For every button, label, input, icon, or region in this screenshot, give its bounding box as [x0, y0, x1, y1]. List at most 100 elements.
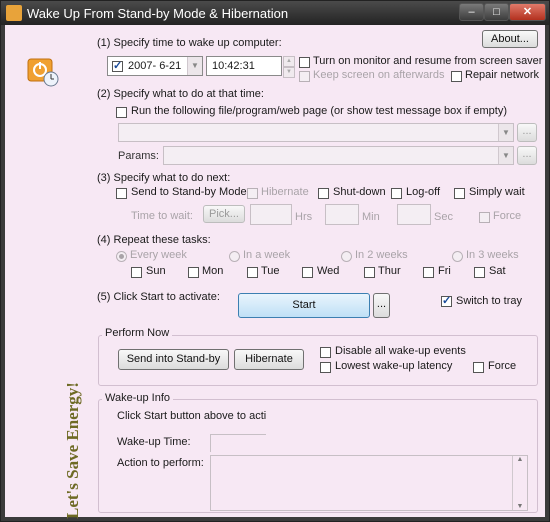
file-path-combo[interactable]: ▼ — [118, 123, 514, 142]
chevron-down-icon[interactable]: ▼ — [498, 147, 513, 164]
spin-up-icon[interactable]: ▲ — [283, 56, 295, 67]
slogan-vertical: Let's Save Energy! — [63, 382, 82, 519]
every-week-radio[interactable] — [116, 251, 127, 262]
disable-wakeup-events-label: Disable all wake-up events — [335, 345, 466, 357]
lowest-latency-checkbox[interactable] — [320, 362, 331, 373]
time-spinner[interactable]: ▲ ▼ — [283, 56, 295, 78]
minutes-field[interactable] — [325, 204, 359, 225]
in-2-weeks-radio[interactable] — [341, 251, 352, 262]
window-title: Wake Up From Stand-by Mode & Hibernation — [27, 6, 289, 21]
day-wed-checkbox[interactable] — [302, 267, 313, 278]
force-now-label: Force — [488, 360, 517, 372]
hibernate-now-button[interactable]: Hibernate — [234, 349, 304, 370]
keep-screen-on-label: Keep screen on afterwards — [313, 69, 445, 81]
wakeup-time-value — [210, 434, 266, 452]
step2-label: (2) Specify what to do at that time: — [97, 88, 264, 100]
scroll-up-icon[interactable]: ▲ — [513, 456, 527, 463]
step4-label: (4) Repeat these tasks: — [97, 234, 211, 246]
force-now-checkbox[interactable] — [473, 362, 484, 373]
pick-button[interactable]: Pick... — [203, 205, 245, 223]
step5-label: (5) Click Start to activate: — [97, 291, 220, 303]
day-thur-label: Thur — [378, 265, 401, 277]
chevron-down-icon[interactable]: ▼ — [498, 124, 513, 141]
start-options-button[interactable]: ... — [373, 293, 390, 318]
step1-label: (1) Specify time to wake up computer: — [97, 37, 282, 49]
day-fri-label: Fri — [438, 265, 451, 277]
params-label: Params: — [118, 150, 159, 162]
force-wait-label: Force — [493, 210, 522, 222]
power-clock-icon — [27, 58, 59, 87]
about-button[interactable]: About... — [482, 30, 538, 48]
wakeup-info-title: Wake-up Info — [102, 392, 174, 404]
minutes-unit: Min — [362, 211, 380, 223]
title-bar[interactable]: Wake Up From Stand-by Mode & Hibernation… — [1, 1, 549, 25]
slogan-text: Let's Save Energy! — [63, 382, 82, 519]
perform-now-title: Perform Now — [102, 327, 173, 339]
turn-on-monitor-checkbox[interactable] — [299, 57, 310, 68]
scroll-down-icon[interactable]: ▼ — [513, 503, 527, 510]
day-sun-checkbox[interactable] — [131, 267, 142, 278]
switch-to-tray-label: Switch to tray — [456, 295, 523, 307]
time-value: 10:42:31 — [212, 60, 255, 72]
date-picker[interactable]: 2007- 6-21 ▼ — [107, 56, 203, 76]
shutdown-checkbox[interactable] — [318, 188, 329, 199]
start-button[interactable]: Start — [238, 293, 370, 318]
simply-wait-checkbox[interactable] — [454, 188, 465, 199]
hibernate-label: Hibernate — [261, 186, 309, 198]
wakeup-time-label: Wake-up Time: — [117, 436, 191, 448]
shutdown-label: Shut-down — [333, 186, 386, 198]
turn-on-monitor-label: Turn on monitor and resume from screen s… — [313, 55, 543, 67]
day-thur-checkbox[interactable] — [364, 267, 375, 278]
standby-checkbox[interactable] — [116, 188, 127, 199]
time-field[interactable]: 10:42:31 — [206, 56, 282, 76]
standby-label: Send to Stand-by Mode — [131, 186, 247, 198]
keep-screen-on-checkbox[interactable] — [299, 71, 310, 82]
minimize-button[interactable]: – — [459, 3, 484, 21]
hibernate-checkbox[interactable] — [247, 188, 258, 199]
chevron-down-icon[interactable]: ▼ — [187, 57, 202, 75]
in-3-weeks-radio[interactable] — [452, 251, 463, 262]
send-into-standby-button[interactable]: Send into Stand-by — [118, 349, 229, 370]
action-to-perform-label: Action to perform: — [117, 457, 204, 469]
in-a-week-label: In a week — [243, 249, 291, 261]
logoff-checkbox[interactable] — [391, 188, 402, 199]
hours-unit: Hrs — [295, 211, 313, 223]
wakeup-info-hint: Click Start button above to acti — [117, 410, 267, 422]
in-2-weeks-label: In 2 weeks — [355, 249, 408, 261]
day-tue-label: Tue — [261, 265, 280, 277]
force-wait-checkbox[interactable] — [479, 212, 490, 223]
day-wed-label: Wed — [317, 265, 340, 277]
close-button[interactable]: ✕ — [509, 3, 546, 21]
disable-wakeup-events-checkbox[interactable] — [320, 347, 331, 358]
client-area: About... (1) Specify time to wake up com… — [5, 25, 545, 519]
switch-to-tray-checkbox[interactable] — [441, 294, 452, 307]
day-fri-checkbox[interactable] — [423, 267, 434, 278]
seconds-unit: Sec — [434, 211, 453, 223]
day-tue-checkbox[interactable] — [247, 267, 258, 278]
simply-wait-label: Simply wait — [469, 186, 525, 198]
main-window: Wake Up From Stand-by Mode & Hibernation… — [0, 0, 550, 522]
in-a-week-radio[interactable] — [229, 251, 240, 262]
spin-down-icon[interactable]: ▼ — [283, 67, 295, 78]
run-file-label: Run the following file/program/web page … — [131, 105, 508, 117]
step3-label: (3) Specify what to do next: — [97, 172, 231, 184]
app-icon — [6, 5, 22, 21]
repair-network-checkbox[interactable] — [451, 71, 462, 82]
day-sat-checkbox[interactable] — [474, 267, 485, 278]
date-enable-checkbox[interactable] — [112, 59, 123, 72]
time-to-wait-label: Time to wait: — [131, 210, 193, 222]
run-file-checkbox[interactable] — [116, 107, 127, 118]
day-mon-checkbox[interactable] — [188, 267, 199, 278]
every-week-label: Every week — [130, 249, 187, 261]
browse-file-button[interactable]: ... — [517, 123, 537, 142]
seconds-field[interactable] — [397, 204, 431, 225]
hours-field[interactable] — [250, 204, 292, 225]
action-scrollbar[interactable]: ▲ ▼ — [512, 456, 527, 510]
action-to-perform-text: ▲ ▼ — [210, 455, 528, 511]
browse-params-button[interactable]: ... — [517, 146, 537, 165]
params-combo[interactable]: ▼ — [163, 146, 514, 165]
maximize-button[interactable]: □ — [484, 3, 509, 21]
lowest-latency-label: Lowest wake-up latency — [335, 360, 453, 372]
day-mon-label: Mon — [202, 265, 224, 277]
date-value: 2007- 6-21 — [128, 60, 182, 72]
